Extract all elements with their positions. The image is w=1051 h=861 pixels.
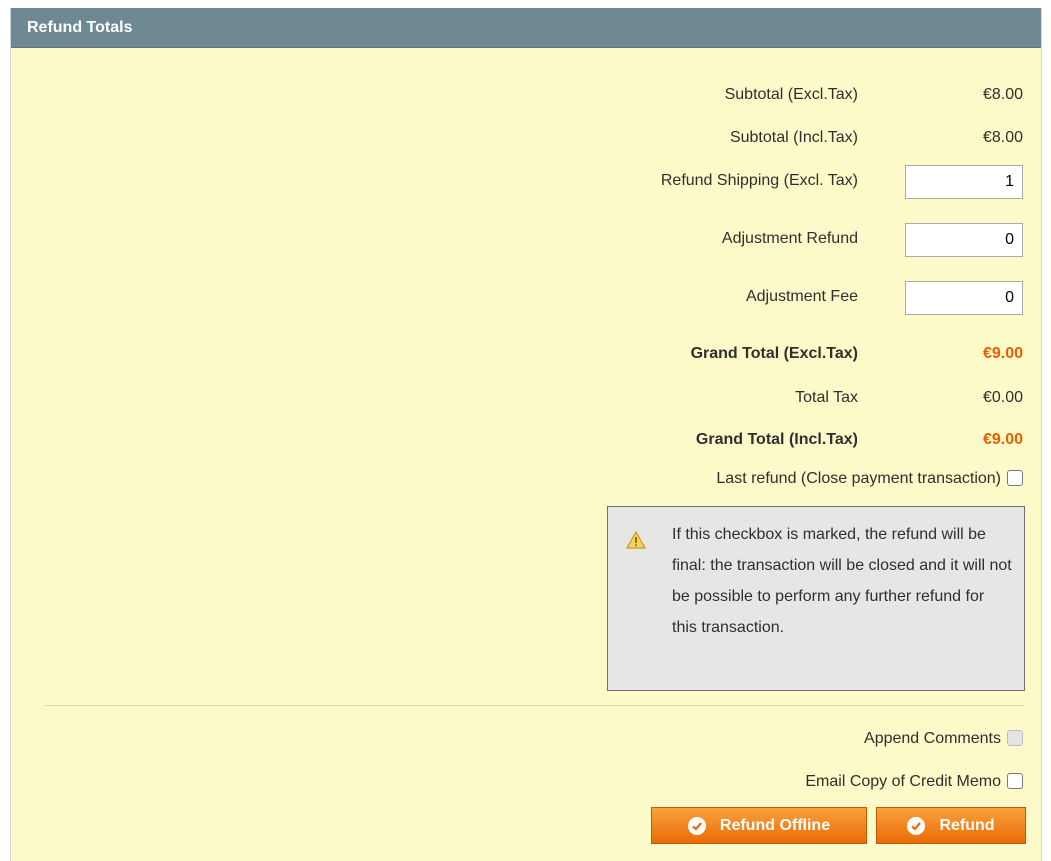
append-comments-label: Append Comments	[864, 730, 1001, 747]
last-refund-checkbox[interactable]	[1007, 470, 1023, 486]
refund-shipping-label: Refund Shipping (Excl. Tax)	[660, 172, 858, 189]
total-tax-value: €0.00	[982, 389, 1023, 406]
refund-shipping-input[interactable]	[905, 165, 1023, 199]
subtotal-incl-label: Subtotal (Incl.Tax)	[729, 129, 858, 146]
append-comments-checkbox[interactable]	[1007, 730, 1023, 746]
grand-total-excl-label: Grand Total (Excl.Tax)	[690, 345, 858, 362]
grand-total-excl-value: €9.00	[982, 345, 1023, 362]
grand-total-incl-label: Grand Total (Incl.Tax)	[695, 431, 858, 448]
panel-header: Refund Totals	[11, 8, 1041, 48]
check-circle-icon	[907, 816, 926, 835]
adjustment-fee-input[interactable]	[905, 281, 1023, 315]
refund-label: Refund	[939, 816, 995, 834]
subtotal-excl-value: €8.00	[982, 86, 1023, 103]
refund-button[interactable]: Refund	[876, 807, 1026, 844]
refund-totals-panel: Refund Totals Subtotal (Excl.Tax) €8.00 …	[10, 8, 1042, 861]
last-refund-label: Last refund (Close payment transaction)	[716, 470, 1001, 487]
warning-icon	[625, 530, 647, 554]
subtotal-incl-value: €8.00	[982, 129, 1023, 146]
email-copy-label: Email Copy of Credit Memo	[805, 773, 1001, 790]
subtotal-excl-label: Subtotal (Excl.Tax)	[724, 86, 858, 103]
panel-title: Refund Totals	[27, 19, 133, 36]
total-tax-label: Total Tax	[795, 389, 858, 406]
append-comments-row: Append Comments	[864, 730, 1023, 748]
notice-text: If this checkbox is marked, the refund w…	[672, 526, 1012, 636]
email-copy-checkbox[interactable]	[1007, 773, 1023, 789]
adjustment-fee-label: Adjustment Fee	[745, 288, 858, 305]
divider	[45, 705, 1025, 706]
check-circle-icon	[687, 816, 706, 835]
refund-offline-label: Refund Offline	[719, 816, 831, 834]
adjustment-refund-label: Adjustment Refund	[721, 230, 858, 247]
email-copy-row: Email Copy of Credit Memo	[805, 773, 1023, 791]
adjustment-refund-input[interactable]	[905, 223, 1023, 257]
grand-total-incl-value: €9.00	[982, 431, 1023, 448]
refund-offline-button[interactable]: Refund Offline	[651, 807, 867, 844]
last-refund-row: Last refund (Close payment transaction)	[716, 470, 1023, 488]
last-refund-notice: If this checkbox is marked, the refund w…	[607, 506, 1025, 691]
